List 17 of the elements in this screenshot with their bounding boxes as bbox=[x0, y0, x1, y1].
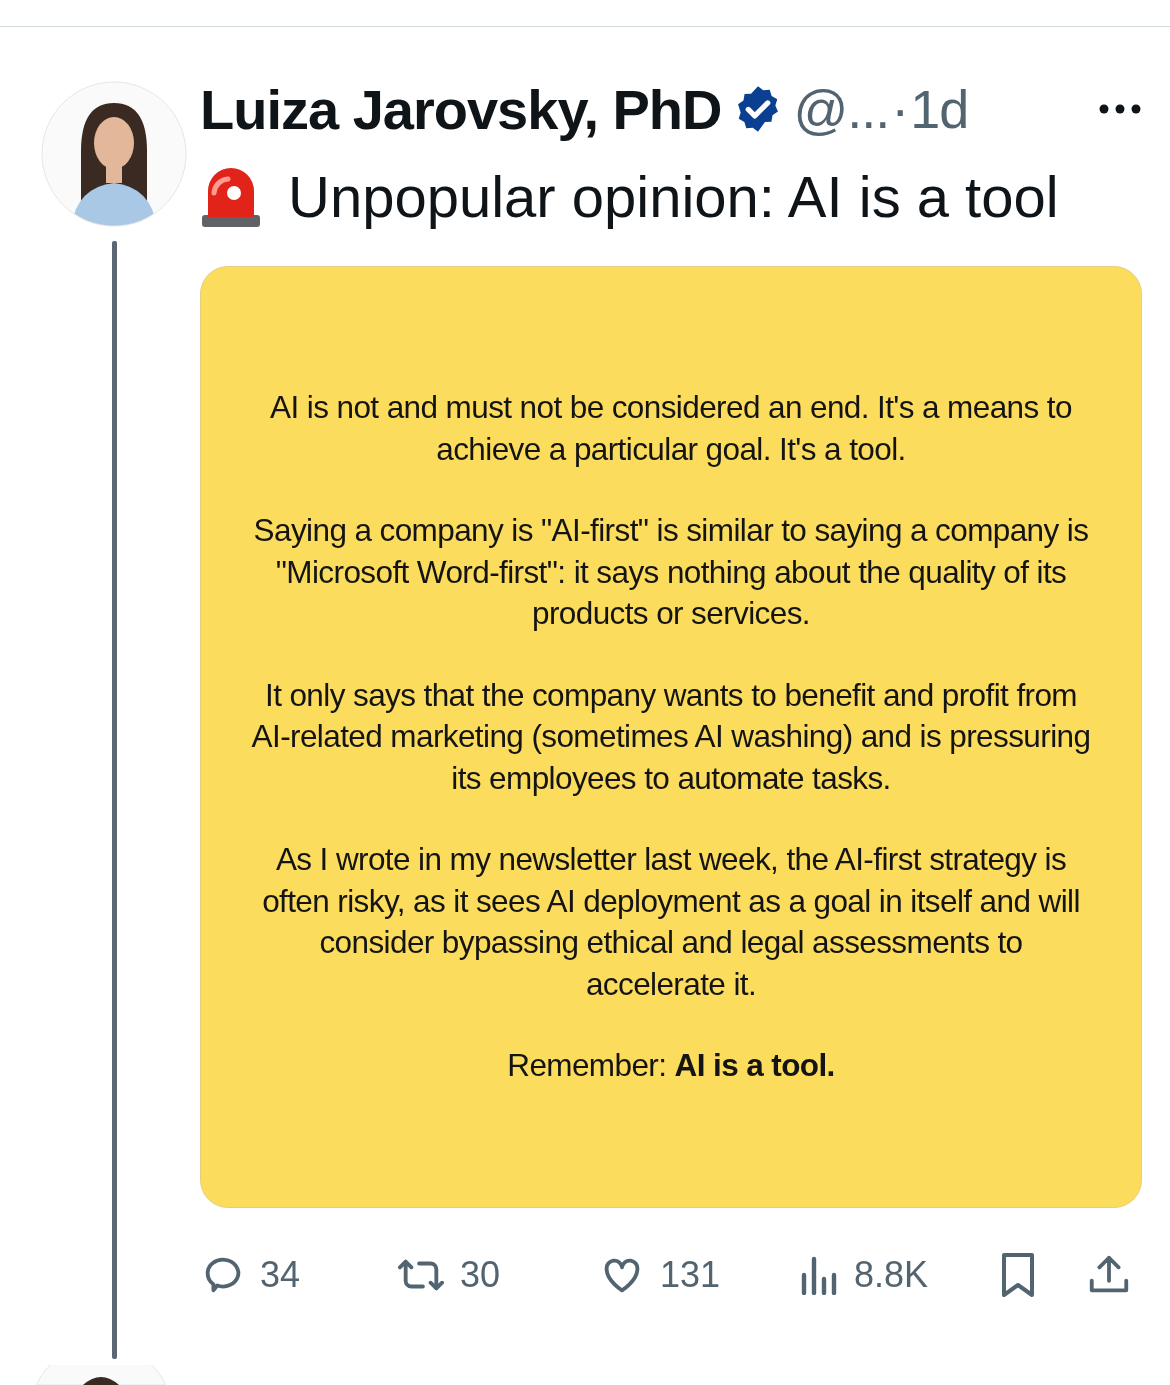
card-paragraph: Saying a company is "AI-first" is similar to saying a company is "Microsoft Word-first": it says nothing about the quality of its products or services. bbox=[252, 511, 1090, 634]
image-card[interactable] bbox=[200, 266, 1142, 1208]
post-text: Unpopular opinion: AI is a tool bbox=[288, 163, 1059, 230]
reply-button[interactable]: 34 bbox=[200, 1252, 396, 1298]
card-paragraph: Remember: AI is a tool. bbox=[506, 1046, 836, 1086]
card-paragraph: AI is not and must not be considered an end. It's a means to achieve a particular goal. It's a tool. bbox=[269, 388, 1073, 469]
post-time[interactable]: 1d bbox=[910, 78, 969, 140]
views-button[interactable]: 8.8K bbox=[800, 1254, 998, 1296]
avatar[interactable] bbox=[41, 81, 187, 227]
like-button[interactable]: 131 bbox=[598, 1252, 800, 1298]
card-paragraph: It only says that the company wants to benefit and profit from AI-related marketing (sometimes AI washing) and is pressuring its employees to automate tasks. bbox=[251, 675, 1091, 798]
author-name[interactable]: Luiza Jarovsky, PhD bbox=[200, 76, 722, 142]
card-paragraph: As I wrote in my newsletter last week, the AI-first strategy is often risky, as it sees AI deployment as a goal in itself and will consider bypassing ethical and legal assessments to accelerate it. bbox=[261, 840, 1081, 1004]
repost-button[interactable]: 30 bbox=[396, 1252, 598, 1298]
author-handle[interactable]: @... bbox=[793, 78, 890, 140]
more-icon bbox=[1098, 103, 1142, 115]
separator-dot: · bbox=[891, 78, 909, 140]
